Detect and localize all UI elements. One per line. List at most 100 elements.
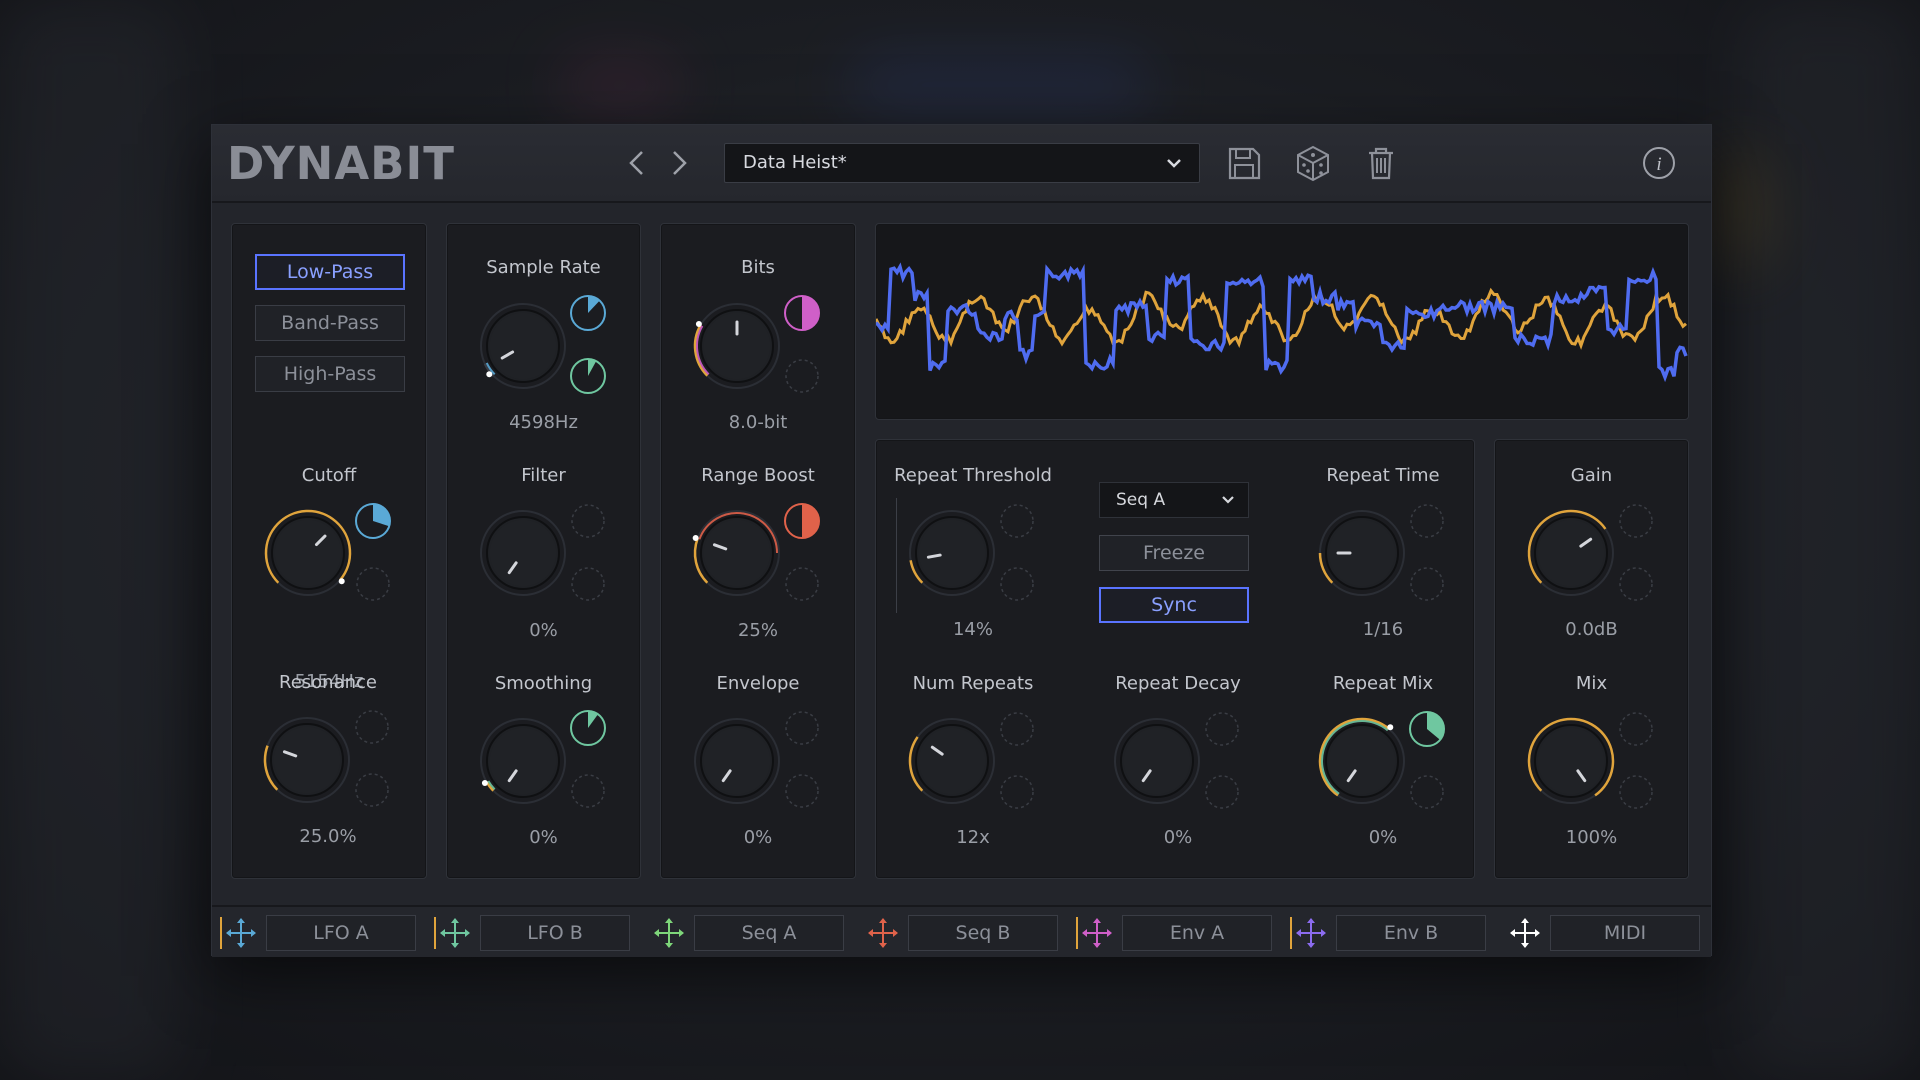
info-button[interactable]: i bbox=[1640, 143, 1678, 183]
threshold-mod-slot-2[interactable] bbox=[998, 565, 1036, 603]
knob-graphic bbox=[480, 510, 566, 596]
smoothing-value: 0% bbox=[529, 827, 558, 848]
sample-rate-mod-lfo-a[interactable] bbox=[569, 294, 607, 332]
next-preset-button[interactable] bbox=[664, 147, 694, 179]
lfo-a-drag-handle[interactable] bbox=[220, 915, 262, 951]
range-boost-label: Range Boost bbox=[701, 465, 815, 486]
sample-rate-mod-lfo-b[interactable] bbox=[569, 357, 607, 395]
repeat-mix-mod-lfo-b[interactable] bbox=[1408, 710, 1446, 748]
knob-graphic bbox=[909, 510, 995, 596]
repeat-decay-label: Repeat Decay bbox=[1115, 673, 1241, 694]
sample-rate-knob[interactable] bbox=[475, 298, 571, 394]
seq-a-drag-handle[interactable] bbox=[648, 915, 690, 951]
seq-a-button[interactable]: Seq A bbox=[694, 915, 844, 951]
dice-icon bbox=[1297, 145, 1329, 182]
mix-label: Mix bbox=[1575, 673, 1608, 694]
num-repeats-mod-slot-2[interactable] bbox=[998, 773, 1036, 811]
bits-mod-env-a[interactable] bbox=[783, 294, 821, 332]
sr-filter-knob[interactable] bbox=[475, 505, 571, 601]
empty-slot-icon bbox=[571, 567, 605, 601]
seq-b-drag-handle[interactable] bbox=[862, 915, 904, 951]
preset-select[interactable]: Data Heist* bbox=[724, 143, 1200, 183]
seq-b-button[interactable]: Seq B bbox=[908, 915, 1058, 951]
repeat-decay-knob[interactable] bbox=[1109, 713, 1205, 809]
knob-graphic bbox=[1318, 717, 1405, 804]
repeat-time-mod-slot-1[interactable] bbox=[1408, 502, 1446, 540]
knob-graphic bbox=[908, 718, 995, 804]
gain-mod-slot-2[interactable] bbox=[1617, 565, 1655, 603]
mix-mod-slot-1[interactable] bbox=[1617, 710, 1655, 748]
num-repeats-knob[interactable] bbox=[904, 713, 1000, 809]
env-b-drag-handle[interactable] bbox=[1290, 915, 1332, 951]
range-boost-knob[interactable] bbox=[689, 505, 785, 601]
lfo-a-button[interactable]: LFO A bbox=[266, 915, 416, 951]
resonance-knob[interactable] bbox=[259, 712, 355, 808]
smoothing-mod-lfo-b[interactable] bbox=[569, 709, 607, 747]
smoothing-mod-slot-2[interactable] bbox=[569, 772, 607, 810]
chevron-down-icon bbox=[1167, 159, 1181, 168]
lfo-b-drag-handle[interactable] bbox=[434, 915, 476, 951]
empty-slot-icon bbox=[355, 773, 389, 807]
resonance-mod-slot-1[interactable] bbox=[353, 708, 391, 746]
repeat-source-select[interactable]: Seq A bbox=[1099, 482, 1249, 518]
repeat-threshold-label: Repeat Threshold bbox=[894, 465, 1052, 486]
repeat-threshold-knob[interactable] bbox=[904, 505, 1000, 601]
repeat-mix-mod-slot-2[interactable] bbox=[1408, 773, 1446, 811]
envelope-mod-slot-2[interactable] bbox=[783, 772, 821, 810]
range-boost-mod-seq-b[interactable] bbox=[783, 502, 821, 540]
knob-graphic bbox=[1527, 717, 1615, 804]
threshold-mod-slot-1[interactable] bbox=[998, 502, 1036, 540]
freeze-button[interactable]: Freeze bbox=[1099, 535, 1249, 571]
empty-slot-icon bbox=[785, 774, 819, 808]
save-button[interactable] bbox=[1225, 143, 1263, 183]
threshold-meter bbox=[896, 498, 897, 613]
knob-graphic bbox=[480, 718, 566, 804]
resonance-mod-slot-2[interactable] bbox=[353, 771, 391, 809]
range-boost-mod-slot-2[interactable] bbox=[783, 565, 821, 603]
repeat-mix-knob[interactable] bbox=[1314, 713, 1410, 809]
prev-preset-button[interactable] bbox=[622, 147, 652, 179]
midi-button[interactable]: MIDI bbox=[1550, 915, 1700, 951]
envelope-value: 0% bbox=[743, 827, 773, 848]
empty-slot-icon bbox=[1000, 712, 1034, 746]
empty-slot-icon bbox=[1205, 712, 1239, 746]
resonance-label: Resonance bbox=[279, 672, 377, 693]
repeat-time-mod-slot-2[interactable] bbox=[1408, 565, 1446, 603]
envelope-mod-slot-1[interactable] bbox=[783, 709, 821, 747]
knob-graphic bbox=[1318, 510, 1405, 596]
midi-drag-handle[interactable] bbox=[1504, 915, 1546, 951]
move-arrows-icon bbox=[226, 918, 256, 948]
gain-knob[interactable] bbox=[1523, 505, 1619, 601]
repeat-decay-value: 0% bbox=[1163, 827, 1193, 848]
env-b-button[interactable]: Env B bbox=[1336, 915, 1486, 951]
sample-rate-label: Sample Rate bbox=[486, 257, 601, 278]
env-a-button[interactable]: Env A bbox=[1122, 915, 1272, 951]
smoothing-knob[interactable] bbox=[475, 713, 571, 809]
mix-mod-slot-2[interactable] bbox=[1617, 773, 1655, 811]
trash-icon bbox=[1369, 147, 1393, 180]
sr-filter-mod-slot-2[interactable] bbox=[569, 565, 607, 603]
env-a-drag-handle[interactable] bbox=[1076, 915, 1118, 951]
sr-filter-value: 0% bbox=[529, 620, 558, 641]
bits-mod-slot-2[interactable] bbox=[783, 357, 821, 395]
lfo-b-button[interactable]: LFO B bbox=[480, 915, 630, 951]
num-repeats-value: 12x bbox=[956, 827, 990, 848]
num-repeats-mod-slot-1[interactable] bbox=[998, 710, 1036, 748]
move-arrows-icon bbox=[654, 918, 684, 948]
empty-slot-icon bbox=[1000, 775, 1034, 809]
delete-button[interactable] bbox=[1362, 143, 1400, 183]
mod-amount-icon bbox=[1409, 711, 1445, 747]
sync-button[interactable]: Sync bbox=[1099, 587, 1249, 623]
envelope-knob[interactable] bbox=[689, 713, 785, 809]
gain-mod-slot-1[interactable] bbox=[1617, 502, 1655, 540]
repeat-time-knob[interactable] bbox=[1314, 505, 1410, 601]
empty-slot-icon bbox=[1619, 712, 1653, 746]
bits-label: Bits bbox=[741, 257, 775, 278]
mix-knob[interactable] bbox=[1523, 713, 1619, 809]
app-logo: DYNABIT bbox=[227, 137, 455, 190]
randomize-button[interactable] bbox=[1294, 143, 1332, 183]
sr-filter-mod-slot-1[interactable] bbox=[569, 502, 607, 540]
repeat-decay-mod-slot-1[interactable] bbox=[1203, 710, 1241, 748]
repeat-decay-mod-slot-2[interactable] bbox=[1203, 773, 1241, 811]
bits-knob[interactable] bbox=[689, 298, 785, 394]
